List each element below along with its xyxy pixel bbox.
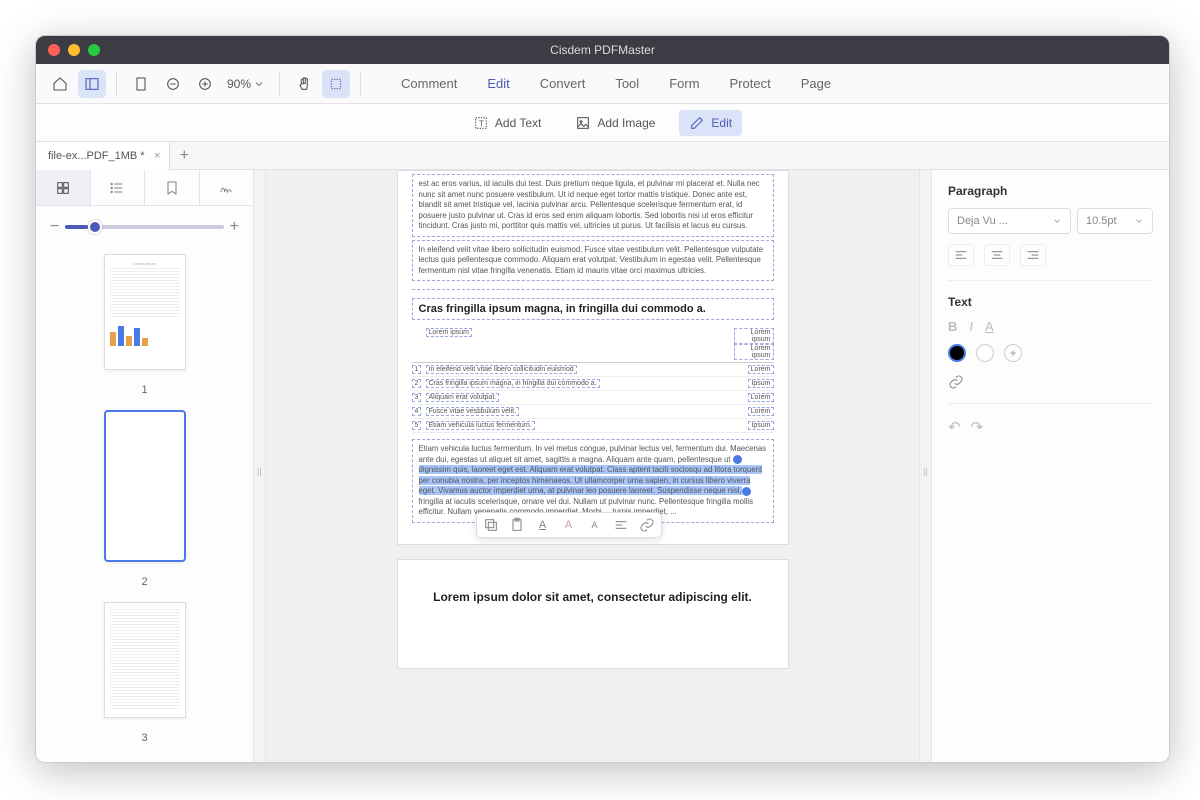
text-color-icon[interactable]: A <box>535 517 551 533</box>
italic-button[interactable]: I <box>969 319 973 334</box>
page-thumbnail[interactable] <box>104 410 186 562</box>
heading-block[interactable]: Cras fringilla ipsum magna, in fringilla… <box>412 298 774 320</box>
main-toolbar: 90% Comment Edit Convert Tool Form Prote… <box>36 64 1169 104</box>
link-icon[interactable] <box>639 517 655 533</box>
bold-button[interactable]: B <box>948 319 957 334</box>
page-number: 3 <box>141 732 147 744</box>
text-block-selected[interactable]: Etiam vehicula luctus fermentum. In vel … <box>412 439 774 523</box>
page-thumbnail[interactable]: Lorem ipsum <box>104 254 186 370</box>
highlight-icon[interactable]: A <box>561 517 577 533</box>
tab-form[interactable]: Form <box>669 76 699 91</box>
thumb-larger-icon[interactable]: + <box>230 218 239 236</box>
file-tabs: file-ex...PDF_1MB *× + <box>36 142 1169 170</box>
thumbnails-tab[interactable] <box>36 170 91 205</box>
fit-page-button[interactable] <box>127 70 155 98</box>
table-block[interactable]: Lorem ipsumLorem ipsum Lorem ipsum 1In e… <box>412 326 774 433</box>
font-size-dropdown[interactable]: 10.5pt <box>1077 208 1153 234</box>
signature-tab[interactable] <box>200 170 254 205</box>
tab-comment[interactable]: Comment <box>401 76 457 91</box>
bookmarks-tab[interactable] <box>145 170 200 205</box>
pdf-page: Lorem ipsum dolor sit amet, consectetur … <box>397 559 789 669</box>
copy-icon[interactable] <box>483 517 499 533</box>
zoom-out-button[interactable] <box>159 70 187 98</box>
outline-tab[interactable] <box>91 170 146 205</box>
thumb-size-slider[interactable] <box>65 225 223 229</box>
page-number: 2 <box>141 576 147 588</box>
sidebar-panel: − + Lorem ipsum 1 2 3 <box>36 170 254 762</box>
text-block[interactable]: est ac eros varius, id iaculis dui test.… <box>412 174 774 237</box>
close-window-icon[interactable] <box>48 44 60 56</box>
add-color-button[interactable]: + <box>1004 344 1022 362</box>
splitter-right[interactable]: || <box>919 170 931 762</box>
tab-convert[interactable]: Convert <box>540 76 586 91</box>
insert-link-button[interactable] <box>948 374 1153 393</box>
text-section-label: Text <box>948 295 1153 309</box>
page-heading[interactable]: Lorem ipsum dolor sit amet, consectetur … <box>412 586 774 608</box>
new-tab-button[interactable]: + <box>170 147 199 165</box>
properties-panel: Paragraph Deja Vu ... 10.5pt Text B I A … <box>931 170 1169 762</box>
text-block[interactable]: In eleifend velit vitae libero sollicitu… <box>412 240 774 282</box>
splitter-left[interactable]: || <box>254 170 266 762</box>
align-icon[interactable] <box>613 517 629 533</box>
edit-mode-button[interactable]: Edit <box>679 110 742 136</box>
minimize-window-icon[interactable] <box>68 44 80 56</box>
text-selection-toolbar: A A A <box>476 512 662 538</box>
close-icon[interactable]: × <box>154 150 160 162</box>
thumbnail-list: Lorem ipsum 1 2 3 <box>36 248 253 762</box>
tab-page[interactable]: Page <box>801 76 831 91</box>
pdf-page: est ac eros varius, id iaculis dui test.… <box>397 170 789 545</box>
svg-text:T: T <box>479 119 484 128</box>
tab-tool[interactable]: Tool <box>615 76 639 91</box>
tab-protect[interactable]: Protect <box>730 76 771 91</box>
add-image-button[interactable]: Add Image <box>565 110 665 136</box>
page-thumbnail[interactable] <box>104 602 186 718</box>
sidebar-toggle-button[interactable] <box>78 70 106 98</box>
color-swatch-black[interactable] <box>948 344 966 362</box>
document-view[interactable]: est ac eros varius, id iaculis dui test.… <box>266 170 919 762</box>
paste-icon[interactable] <box>509 517 525 533</box>
tab-edit[interactable]: Edit <box>487 76 509 91</box>
redo-button[interactable]: ↷ <box>971 418 984 436</box>
titlebar: Cisdem PDFMaster <box>36 36 1169 64</box>
add-text-button[interactable]: TAdd Text <box>463 110 551 136</box>
maximize-window-icon[interactable] <box>88 44 100 56</box>
align-right-button[interactable] <box>1020 244 1046 266</box>
zoom-dropdown[interactable]: 90% <box>223 77 269 91</box>
align-center-button[interactable] <box>984 244 1010 266</box>
font-icon[interactable]: A <box>587 517 603 533</box>
paragraph-section-label: Paragraph <box>948 184 1153 198</box>
zoom-in-button[interactable] <box>191 70 219 98</box>
select-tool-button[interactable] <box>322 70 350 98</box>
thumb-smaller-icon[interactable]: − <box>50 218 59 236</box>
align-left-button[interactable] <box>948 244 974 266</box>
page-number: 1 <box>141 384 147 396</box>
hand-tool-button[interactable] <box>290 70 318 98</box>
color-swatch-empty[interactable] <box>976 344 994 362</box>
file-tab[interactable]: file-ex...PDF_1MB *× <box>36 142 170 170</box>
edit-subtoolbar: TAdd Text Add Image Edit <box>36 104 1169 142</box>
home-button[interactable] <box>46 70 74 98</box>
app-title: Cisdem PDFMaster <box>550 43 655 57</box>
font-family-dropdown[interactable]: Deja Vu ... <box>948 208 1071 234</box>
underline-button[interactable]: A <box>985 319 994 334</box>
undo-button[interactable]: ↶ <box>948 418 961 436</box>
